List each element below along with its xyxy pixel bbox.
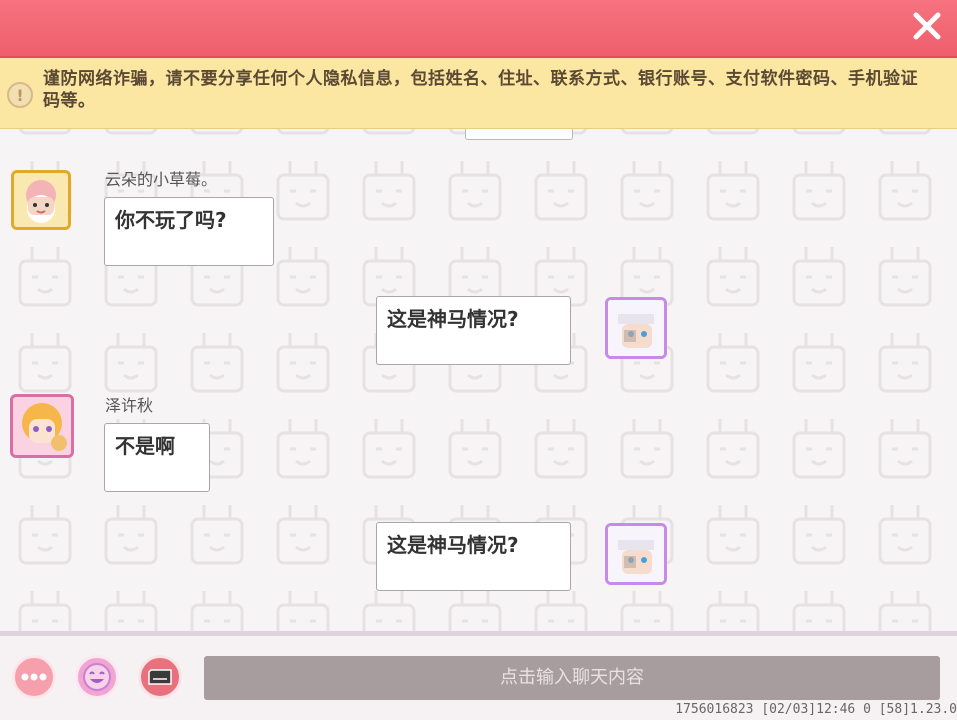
- more-icon: [21, 673, 47, 681]
- fraud-warning-text: 谨防网络诈骗，请不要分享任何个人隐私信息，包括姓名、住址、联系方式、银行账号、支…: [43, 69, 918, 111]
- message-bubble[interactable]: 这是神马情况?: [376, 522, 571, 591]
- player-avatar-icon: [608, 300, 664, 356]
- more-button[interactable]: [12, 655, 56, 699]
- avatar[interactable]: [11, 170, 71, 230]
- warning-icon: !: [7, 82, 33, 108]
- emoji-button[interactable]: [75, 655, 119, 699]
- emoji-icon: [83, 663, 111, 691]
- keyboard-icon: [148, 669, 172, 685]
- status-text: 1756016823 [02/03]12:46 0 [58]1.23.0: [675, 702, 957, 717]
- player-avatar-icon: [608, 526, 664, 582]
- player-avatar-icon: [14, 173, 68, 227]
- avatar[interactable]: [605, 297, 667, 359]
- message-bubble[interactable]: 不是啊: [104, 423, 210, 492]
- sender-name: 泽许秋: [105, 396, 154, 415]
- avatar[interactable]: [10, 394, 74, 458]
- sender-name: 云朵的小草莓。: [105, 170, 218, 189]
- close-button[interactable]: [911, 10, 943, 42]
- top-bar: [0, 0, 957, 58]
- keyboard-button[interactable]: [138, 655, 182, 699]
- avatar[interactable]: [605, 523, 667, 585]
- close-icon: [913, 12, 941, 40]
- message-bubble[interactable]: 你不玩了吗?: [104, 197, 274, 266]
- chat-input[interactable]: 点击输入聊天内容: [204, 656, 940, 700]
- player-avatar-icon: [13, 397, 71, 455]
- previous-message-bubble: [465, 129, 573, 140]
- message-bubble[interactable]: 这是神马情况?: [376, 296, 571, 365]
